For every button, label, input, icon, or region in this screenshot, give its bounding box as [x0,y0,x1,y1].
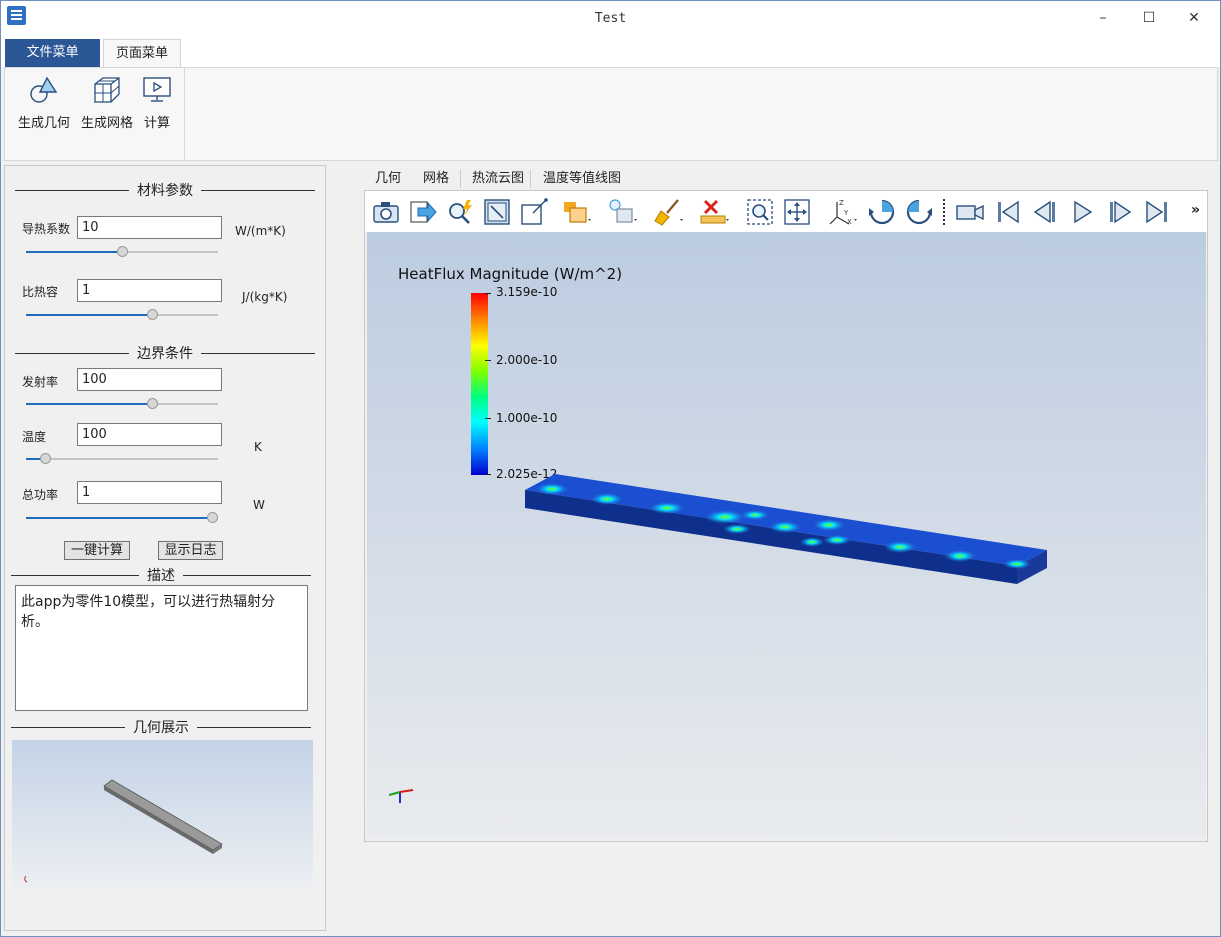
power-label: 总功率 [22,488,59,502]
one-click-calculate-button[interactable]: 一键计算 [64,541,130,560]
svg-text:Y: Y [843,209,849,217]
power-unit: W [253,498,265,512]
boundary-section-title: 边界条件 [15,344,315,362]
emissivity-label: 发射率 [22,375,59,389]
description-section-title: 描述 [11,566,311,584]
title-bar: Test – ☐ ✕ [1,1,1220,37]
conductivity-slider[interactable] [26,246,218,258]
more-icon[interactable]: » [1191,202,1200,218]
tab-page-menu[interactable]: 页面菜单 [103,39,181,68]
tab-geometry[interactable]: 几何 [365,168,411,190]
prev-frame-icon[interactable] [1030,197,1060,227]
viewer-toolbar: Z Y X » [365,191,1207,232]
conductivity-unit: W/(m*K) [235,224,286,238]
select-point-icon[interactable] [519,197,549,227]
specific-heat-slider[interactable] [26,309,218,321]
monitor-play-icon [143,77,171,102]
brush-icon[interactable] [653,197,683,227]
temperature-label: 温度 [22,430,47,444]
description-text[interactable]: 此app为零件10模型，可以进行热辐射分析。 [15,585,308,711]
power-slider[interactable] [26,512,218,524]
tab-heatflux[interactable]: 热流云图 [462,168,534,190]
generate-mesh-label: 生成网格 [80,116,133,131]
play-icon[interactable] [1067,197,1097,227]
material-section-title: 材料参数 [15,181,315,199]
last-frame-icon[interactable] [1142,197,1172,227]
parameter-panel: 材料参数 导热系数 10 W/(m*K) 比热容 1 J/(kg*K) 边界条件… [4,165,326,931]
window-title: Test [594,11,627,26]
show-box-icon[interactable] [561,197,591,227]
rotate-cw-icon[interactable] [867,197,897,227]
specific-heat-label: 比热容 [22,285,59,299]
heatflux-model [388,474,1047,803]
generate-mesh-button[interactable]: 生成网格 [78,74,136,131]
tab-file-menu[interactable]: 文件菜单 [5,39,100,67]
conductivity-label: 导热系数 [22,222,71,236]
axes-icon[interactable]: Z Y X [827,197,857,227]
geometry-preview-title: 几何展示 [11,718,311,736]
maximize-button[interactable]: ☐ [1134,7,1164,29]
emissivity-slider[interactable] [26,398,218,410]
geometry-icon [30,76,58,103]
compute-button[interactable]: 计算 [139,74,175,131]
app-window: Test – ☐ ✕ 文件菜单 页面菜单 生成几何 生成网格 计算 材料参数 导… [0,0,1221,937]
menu-tab-bar: 文件菜单 页面菜单 [1,37,1220,68]
temperature-unit: K [254,440,262,454]
power-input[interactable]: 1 [77,481,222,504]
light-box-icon[interactable] [607,197,637,227]
compute-label: 计算 [143,116,170,131]
ribbon: 生成几何 生成网格 计算 [4,67,1218,161]
select-surface-icon[interactable] [482,197,512,227]
render-viewport[interactable]: HeatFlux Magnitude (W/m^2) 3.159e-10 2.0… [367,232,1206,839]
conductivity-input[interactable]: 10 [77,216,222,239]
delete-ruler-icon[interactable] [699,197,729,227]
first-frame-icon[interactable] [993,197,1023,227]
fit-view-icon[interactable] [782,197,812,227]
close-button[interactable]: ✕ [1179,7,1209,29]
rotate-ccw-icon[interactable] [904,197,934,227]
temperature-slider[interactable] [26,453,218,465]
mesh-cube-icon [94,77,120,103]
emissivity-input[interactable]: 100 [77,368,222,391]
tab-mesh[interactable]: 网格 [413,168,459,190]
svg-text:X: X [847,218,852,226]
camera-icon[interactable] [371,197,401,227]
tab-temperature-contour[interactable]: 温度等值线图 [533,168,631,190]
query-icon[interactable] [445,197,475,227]
generate-geometry-label: 生成几何 [17,116,70,131]
export-icon[interactable] [408,197,438,227]
zoom-box-icon[interactable] [745,197,775,227]
show-log-button[interactable]: 显示日志 [158,541,223,560]
geometry-preview-bar [24,779,223,883]
temperature-input[interactable]: 100 [77,423,222,446]
geometry-preview-view[interactable] [12,740,313,892]
ribbon-group: 生成几何 生成网格 计算 [5,68,185,160]
minimize-button[interactable]: – [1088,7,1118,29]
svg-text:Z: Z [839,199,844,207]
next-frame-icon[interactable] [1105,197,1135,227]
specific-heat-input[interactable]: 1 [77,279,222,302]
generate-geometry-button[interactable]: 生成几何 [15,74,73,131]
toolbar-separator [943,199,945,225]
specific-heat-unit: J/(kg*K) [242,290,288,304]
video-camera-icon[interactable] [955,197,985,227]
